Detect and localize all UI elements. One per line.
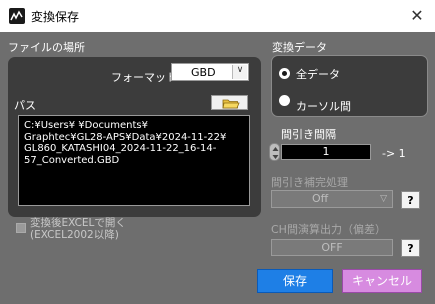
convert-data-heading: 変換データ (272, 41, 327, 54)
path-line-2: Graphtec¥GL28-APS¥Data¥2024-11-22¥ (24, 131, 227, 143)
spin-arrows-icon (272, 147, 279, 159)
radio-all-data[interactable] (279, 68, 290, 79)
cursor-range-label[interactable]: カーソル間 (296, 98, 351, 114)
browse-folder-button[interactable] (211, 95, 248, 110)
thinning-heading: 間引き間隔 (281, 128, 336, 141)
app-icon (9, 8, 25, 24)
ch-calc-toggle[interactable]: OFF (271, 239, 393, 256)
path-label: パス (14, 99, 36, 112)
file-location-heading: ファイルの場所 (8, 41, 85, 54)
chevron-down-icon: ∨ (232, 65, 247, 79)
close-button[interactable]: ✕ (405, 4, 429, 28)
cancel-button[interactable]: キャンセル (342, 269, 422, 293)
format-label: フォーマット (111, 71, 177, 84)
path-line-4: 57_Converted.GBD (24, 154, 120, 166)
interp-help-button[interactable]: ? (401, 191, 420, 209)
thinning-spin-button[interactable] (269, 143, 280, 161)
format-dropdown[interactable]: GBD ∨ (171, 63, 249, 81)
thinning-result: -> 1 (382, 147, 406, 160)
excel-open-checkbox[interactable] (16, 223, 26, 233)
radio-cursor-range[interactable] (279, 95, 290, 106)
interp-dropdown[interactable]: Off ▽ (271, 190, 393, 208)
chevron-down-icon: ▽ (380, 194, 387, 204)
save-button[interactable]: 保存 (257, 269, 333, 293)
excel-open-label: 変換後EXCELで開く (EXCEL2002以降) (30, 217, 126, 241)
thinning-value-field[interactable]: 1 (281, 144, 371, 160)
folder-icon (222, 99, 240, 109)
ch-calc-help-button[interactable]: ? (401, 239, 420, 257)
path-textbox[interactable]: C:¥Users¥ ¥Documents¥ Graphtec¥GL28-APS¥… (18, 115, 250, 206)
interp-heading: 間引き補完処理 (271, 176, 348, 189)
ch-calc-heading: CH間演算出力（偏差） (271, 223, 386, 236)
window-title: 変換保存 (31, 10, 80, 24)
format-value: GBD (191, 66, 216, 79)
path-line-1: C:¥Users¥ ¥Documents¥ (24, 120, 148, 131)
path-line-3: GL860_KATASHI04_2024-11-22_16-14- (24, 143, 217, 154)
all-data-label[interactable]: 全データ (296, 66, 340, 82)
